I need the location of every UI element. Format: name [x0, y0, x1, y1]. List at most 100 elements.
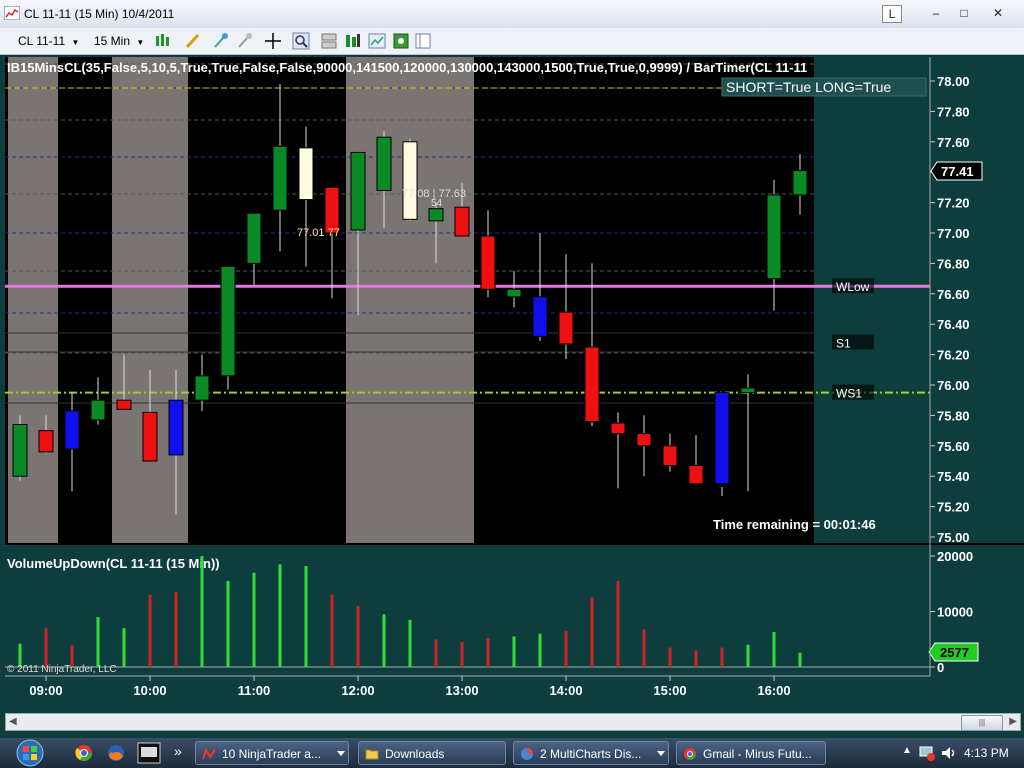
chart-area[interactable]: WLowS1WS1 78.0077.8077.6077.4077.2077.00… — [0, 55, 1024, 707]
candle-body — [766, 194, 782, 280]
taskbar-item-label: 10 NinjaTrader a... — [222, 747, 321, 761]
candle-body — [558, 311, 574, 345]
volume-tray-icon[interactable] — [940, 744, 958, 762]
chevron-down-icon: ▼ — [71, 38, 80, 47]
bar-annotation: 77.01 77 — [297, 227, 340, 239]
interval-value: 15 Min — [94, 34, 131, 48]
chart-window-icon — [4, 6, 20, 20]
candle-body — [792, 170, 808, 196]
time-tick-label: 11:00 — [238, 683, 271, 698]
price-tick-label: 77.00 — [937, 226, 970, 241]
maximize-button[interactable]: □ — [952, 5, 976, 21]
time-remaining-label: Time remaining = 00:01:46 — [713, 517, 876, 532]
time-tick-label: 10:00 — [133, 683, 166, 698]
volume-tick-label: 0 — [937, 660, 944, 675]
last-price-value: 77.41 — [941, 164, 974, 179]
instrument-selector[interactable]: CL 11-11 ▼ — [18, 32, 88, 50]
chart-properties-icon[interactable] — [368, 32, 386, 50]
strategy-status-label: SHORT=True LONG=True — [726, 79, 891, 95]
instrument-value: CL 11-11 — [18, 34, 66, 48]
link-button[interactable]: L — [882, 5, 902, 23]
multicharts-icon — [521, 748, 533, 760]
candle-body — [428, 208, 444, 222]
candle-body — [610, 422, 626, 435]
candle-body — [350, 151, 366, 231]
time-tick-label: 14:00 — [549, 683, 582, 698]
horizontal-scrollbar[interactable]: ◀ ||| ▶ — [5, 713, 1021, 731]
volume-bar — [278, 564, 282, 667]
taskbar-item-label: Downloads — [385, 747, 445, 761]
volume-bar — [226, 580, 230, 667]
chart-toolbar: CL 11-11 ▼ 15 Min ▼ — [0, 28, 1024, 55]
price-tick-label: 76.40 — [937, 317, 970, 332]
candle-body — [454, 206, 470, 237]
candle-body — [376, 136, 392, 191]
firefox-quicklaunch-icon[interactable] — [107, 744, 125, 762]
candle-body — [220, 265, 236, 377]
pencil-draw-icon[interactable] — [184, 32, 202, 50]
strategy-icon[interactable] — [344, 32, 362, 50]
volume-tick-label: 10000 — [937, 605, 973, 620]
eraser-icon[interactable] — [236, 32, 254, 50]
taskbar-item-multicharts[interactable]: 2 MultiCharts Dis... — [513, 741, 669, 765]
taskbar-item-ninjatrader[interactable]: 10 NinjaTrader a... — [195, 741, 349, 765]
candle-body — [480, 235, 496, 290]
chrome-quicklaunch-icon[interactable] — [75, 744, 93, 762]
crosshair-icon[interactable] — [264, 32, 282, 50]
interval-selector[interactable]: 15 Min ▼ — [94, 32, 150, 50]
zoom-icon[interactable] — [292, 32, 310, 50]
split-panels-icon[interactable] — [320, 32, 338, 50]
quicklaunch-overflow-icon[interactable]: » — [174, 743, 182, 759]
volume-bar — [96, 617, 100, 667]
clock[interactable]: 4:13 PM — [964, 746, 1009, 760]
marker-icon[interactable] — [212, 32, 230, 50]
candle-body — [168, 399, 184, 456]
volume-bar — [174, 592, 178, 667]
candle-body — [64, 410, 80, 450]
tabs-icon[interactable] — [414, 32, 432, 50]
ninjatrader-icon — [202, 747, 216, 760]
candle-body — [740, 387, 756, 394]
chrome-icon — [684, 748, 696, 760]
volume-bar — [512, 636, 516, 667]
volume-bar — [668, 647, 672, 667]
candle-body — [688, 465, 704, 485]
volume-bar — [408, 619, 412, 667]
candle-body — [272, 145, 288, 211]
taskbar-item-label: 2 MultiCharts Dis... — [540, 747, 642, 761]
candle-body — [402, 141, 418, 220]
price-tick-label: 78.00 — [937, 74, 970, 89]
taskbar-item-label: Gmail - Mirus Futu... — [703, 747, 812, 761]
level-label: WLow — [836, 280, 870, 294]
window-titlebar[interactable]: CL 11-11 (15 Min) 10/4/2011 L – □ ✕ — [0, 0, 1024, 29]
scroll-thumb[interactable]: ||| — [961, 715, 1003, 731]
candle-body — [38, 430, 54, 453]
candle-body — [194, 375, 210, 401]
scroll-right-icon[interactable]: ▶ — [1009, 716, 1017, 727]
volume-bar — [616, 580, 620, 667]
candle-body — [90, 399, 106, 421]
price-tick-label: 76.20 — [937, 348, 970, 363]
network-tray-icon[interactable] — [918, 744, 936, 762]
volume-bar — [434, 639, 438, 667]
volume-bar — [538, 633, 542, 667]
chevron-down-icon — [337, 751, 345, 756]
data-box-icon[interactable] — [392, 32, 410, 50]
volume-bar — [200, 556, 204, 667]
taskbar-item-downloads[interactable]: Downloads — [358, 741, 506, 765]
desktop-quicklaunch-icon[interactable] — [137, 742, 161, 764]
bar-type-icon[interactable] — [154, 32, 172, 50]
start-button-icon[interactable] — [12, 739, 48, 767]
scroll-left-icon[interactable]: ◀ — [9, 716, 17, 727]
taskbar-item-gmail[interactable]: Gmail - Mirus Futu... — [676, 741, 826, 765]
volume-bar — [44, 628, 48, 667]
future-space-bg — [814, 57, 930, 543]
close-button[interactable]: ✕ — [984, 5, 1012, 21]
price-tick-label: 75.40 — [937, 469, 970, 484]
chevron-down-icon: ▼ — [136, 38, 145, 47]
price-tick-label: 75.80 — [937, 408, 970, 423]
tray-expand-icon[interactable]: ▲ — [902, 745, 912, 756]
minimize-button[interactable]: – — [924, 5, 948, 21]
window-title: CL 11-11 (15 Min) 10/4/2011 — [24, 7, 175, 21]
time-tick-label: 12:00 — [341, 683, 374, 698]
